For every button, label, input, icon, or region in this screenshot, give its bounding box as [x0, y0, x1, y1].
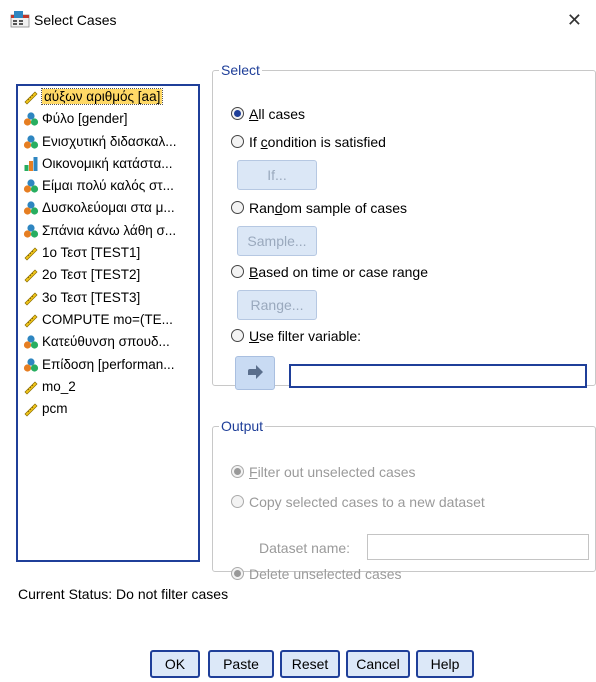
variable-label: 3ο Τεστ [TEST3]	[42, 289, 141, 305]
variable-list-item[interactable]: Ενισχυτική διδασκαλ...	[18, 131, 198, 153]
filter-out-radio[interactable]: Filter out unselected cases	[231, 464, 416, 480]
ruler-icon	[23, 379, 39, 395]
ruler-icon	[23, 290, 39, 306]
if-button[interactable]: If...	[237, 160, 317, 190]
ordinal-icon	[23, 156, 39, 172]
select-group: Select All cases If condition is satisfi…	[212, 62, 596, 390]
variable-list-item[interactable]: Φύλο [gender]	[18, 108, 198, 130]
variable-label: pcm	[42, 401, 68, 417]
variable-label: mo_2	[42, 378, 76, 394]
ruler-icon	[23, 312, 39, 328]
variable-list-item[interactable]: Οικονομική κατάστα...	[18, 153, 198, 175]
sample-button[interactable]: Sample...	[237, 226, 317, 256]
radio-off-icon	[231, 265, 244, 278]
variable-list-item[interactable]: 2ο Τεστ [TEST2]	[18, 264, 198, 286]
radio-on-icon	[231, 107, 244, 120]
variable-label: Κατεύθυνση σπουδ...	[42, 334, 170, 350]
variable-label: Ενισχυτική διδασκαλ...	[42, 133, 177, 149]
reset-button[interactable]: Reset	[280, 650, 340, 678]
radio-on-icon	[231, 465, 244, 478]
variable-list-item[interactable]: Επίδοση [performan...	[18, 354, 198, 376]
random-sample-radio[interactable]: Random sample of cases	[231, 200, 407, 216]
ruler-icon	[23, 267, 39, 283]
variable-label: Επίδοση [performan...	[42, 356, 175, 372]
radio-off-icon	[231, 329, 244, 342]
variable-label: COMPUTE mo=(TE...	[42, 311, 173, 327]
select-legend: Select	[221, 62, 260, 78]
variable-label: Είμαι πολύ καλός στ...	[42, 178, 174, 194]
variable-label: Δυσκολεύομαι στα μ...	[42, 200, 175, 216]
variable-list-item[interactable]: Είμαι πολύ καλός στ...	[18, 175, 198, 197]
variable-list-item[interactable]: 1ο Τεστ [TEST1]	[18, 242, 198, 264]
ok-button[interactable]: OK	[150, 650, 200, 678]
close-icon[interactable]: ✕	[567, 10, 582, 31]
ruler-icon	[23, 89, 39, 105]
nominal-icon	[23, 200, 39, 216]
move-variable-button[interactable]	[235, 356, 275, 390]
nominal-icon	[23, 334, 39, 350]
variable-list-item[interactable]: 3ο Τεστ [TEST3]	[18, 287, 198, 309]
variable-list-item[interactable]: Κατεύθυνση σπουδ...	[18, 331, 198, 353]
delete-unselected-radio[interactable]: Delete unselected cases	[231, 566, 402, 582]
window-title: Select Cases	[34, 12, 117, 28]
variable-list-item[interactable]: mo_2	[18, 376, 198, 398]
variable-list-item[interactable]: Δυσκολεύομαι στα μ...	[18, 197, 198, 219]
variable-list-item[interactable]: pcm	[18, 398, 198, 420]
nominal-icon	[23, 111, 39, 127]
variable-list-item[interactable]: αύξων αριθμός [aa]	[18, 86, 198, 108]
dataset-name-label: Dataset name:	[259, 540, 351, 556]
nominal-icon	[23, 134, 39, 150]
filter-variable-radio[interactable]: Use filter variable:	[231, 328, 361, 344]
time-range-radio[interactable]: Based on time or case range	[231, 264, 428, 280]
output-group: Output Filter out unselected cases Copy …	[212, 418, 596, 582]
output-legend: Output	[221, 418, 264, 434]
delete-unselected-label: Delete unselected cases	[249, 566, 402, 582]
variable-label: Φύλο [gender]	[42, 111, 128, 127]
ruler-icon	[23, 401, 39, 417]
if-condition-radio[interactable]: If condition is satisfied	[231, 134, 386, 150]
arrow-right-icon	[248, 365, 263, 379]
current-status: Current Status: Do not filter cases	[18, 586, 229, 602]
variable-label: 2ο Τεστ [TEST2]	[42, 267, 141, 283]
copy-selected-label: Copy selected cases to a new dataset	[249, 494, 485, 510]
title-bar: Select Cases ✕	[0, 0, 596, 40]
range-button[interactable]: Range...	[237, 290, 317, 320]
filter-out-label: ilter out unselected cases	[257, 464, 416, 480]
radio-off-icon	[231, 201, 244, 214]
variable-list-item[interactable]: Σπάνια κάνω λάθη σ...	[18, 220, 198, 242]
variable-label: Οικονομική κατάστα...	[42, 155, 173, 171]
help-button[interactable]: Help	[416, 650, 474, 678]
variable-list-item[interactable]: COMPUTE mo=(TE...	[18, 309, 198, 331]
copy-selected-radio[interactable]: Copy selected cases to a new dataset	[231, 494, 485, 510]
radio-on-icon	[231, 567, 244, 580]
variable-list[interactable]: αύξων αριθμός [aa] Φύλο [gender] Ενισχυτικ…	[16, 84, 200, 562]
nominal-icon	[23, 223, 39, 239]
paste-button[interactable]: Paste	[208, 650, 274, 678]
cancel-button[interactable]: Cancel	[346, 650, 410, 678]
nominal-icon	[23, 357, 39, 373]
dataset-name-field[interactable]	[367, 534, 589, 560]
radio-off-icon	[231, 495, 244, 508]
variable-label: Σπάνια κάνω λάθη σ...	[42, 222, 177, 238]
app-icon	[10, 11, 30, 28]
filter-variable-field[interactable]	[289, 364, 587, 388]
variable-label: 1ο Τεστ [TEST1]	[42, 245, 141, 261]
all-cases-radio[interactable]: All cases	[231, 106, 305, 122]
radio-off-icon	[231, 135, 244, 148]
nominal-icon	[23, 178, 39, 194]
variable-label: αύξων αριθμός [aa]	[40, 88, 164, 105]
ruler-icon	[23, 245, 39, 261]
